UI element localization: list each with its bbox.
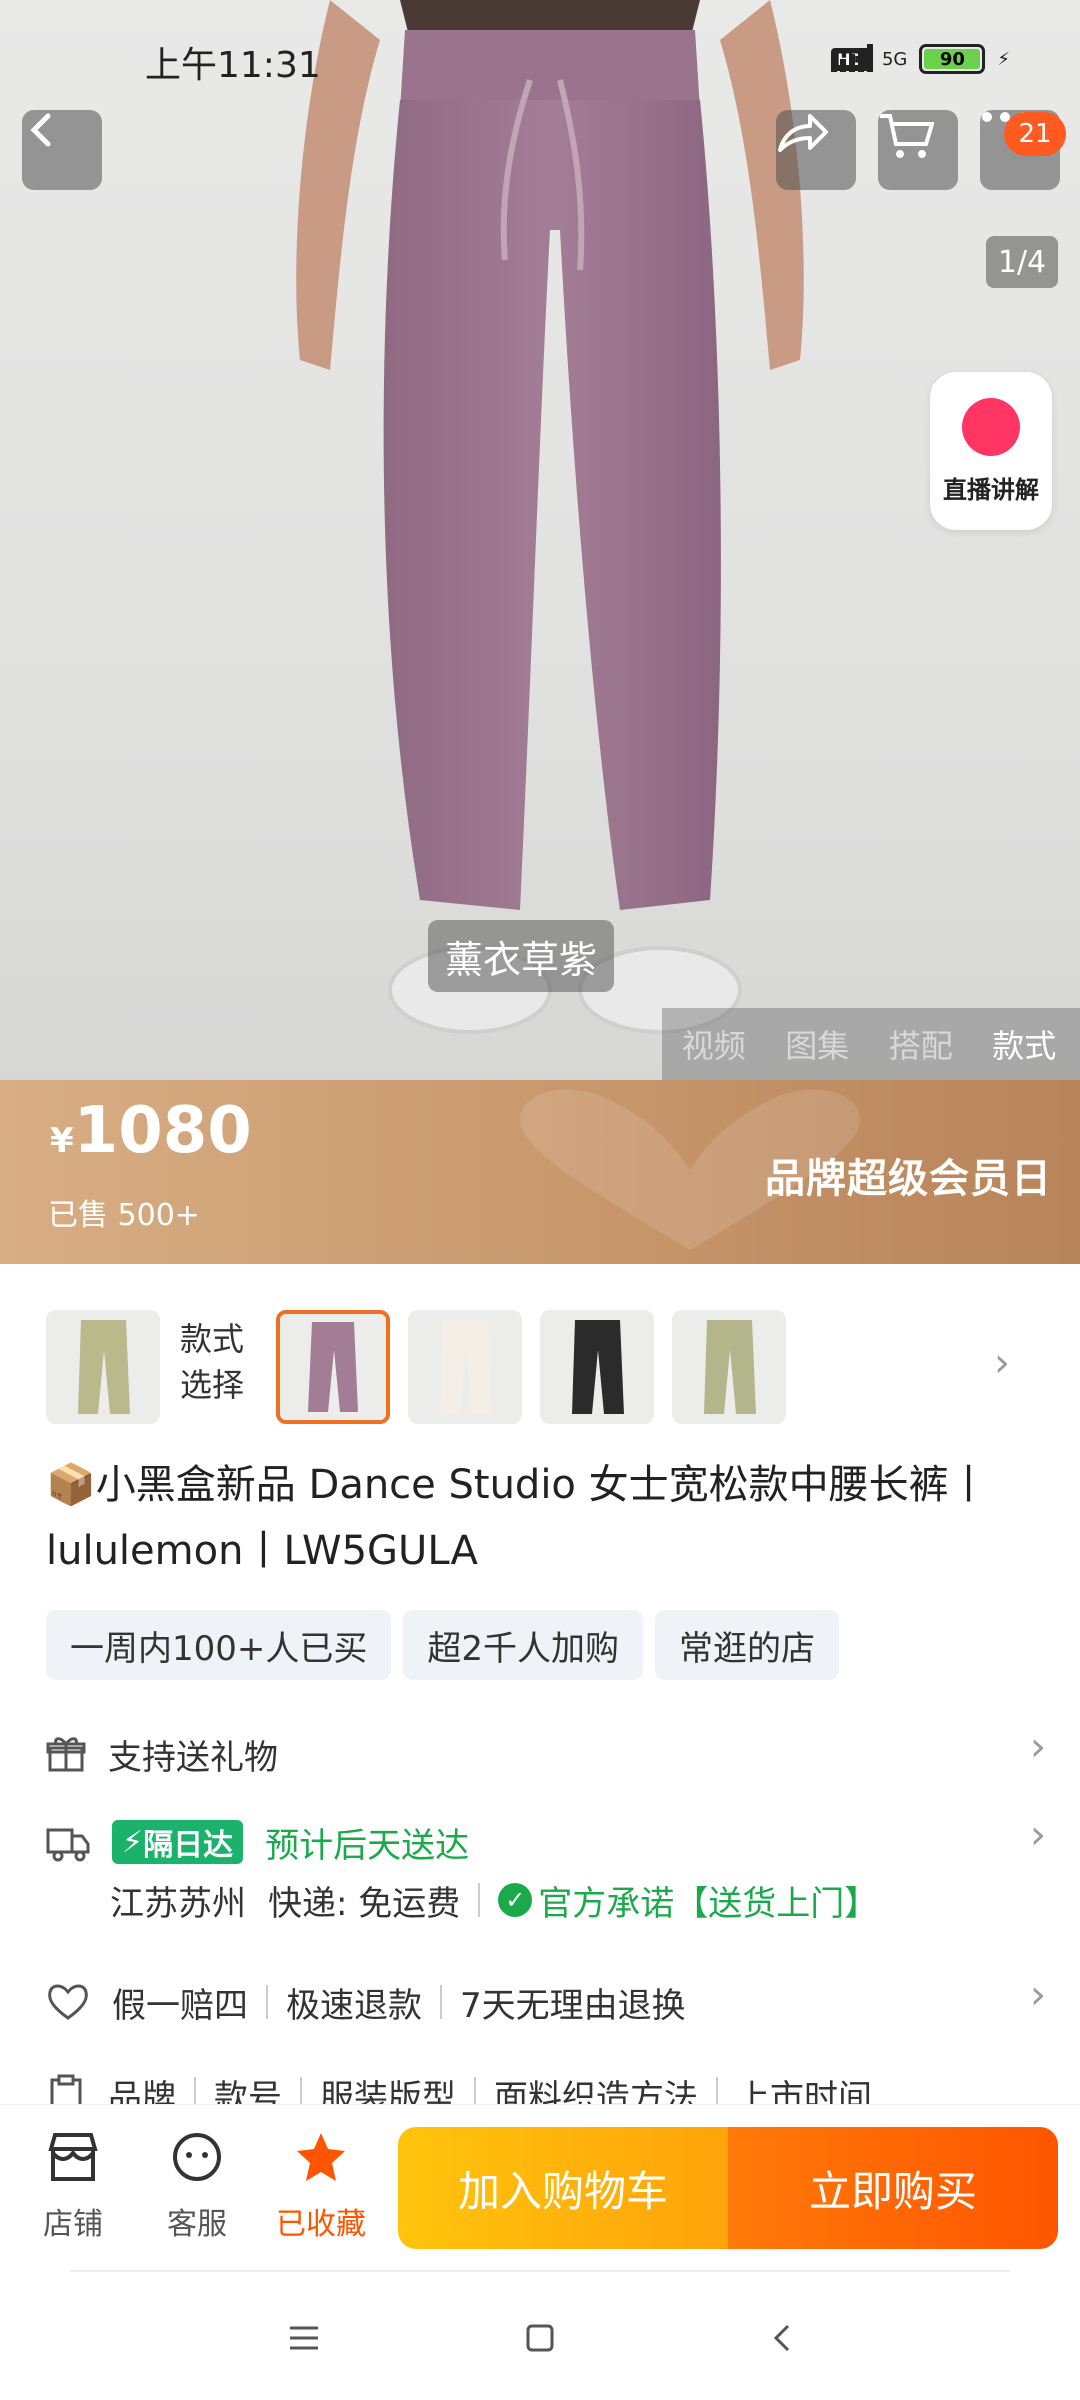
media-tabs: 视频 图集 搭配 款式	[662, 1008, 1080, 1080]
sold-count: 已售 500+	[48, 1198, 200, 1233]
gift-icon	[46, 1737, 86, 1772]
tab-style[interactable]: 款式	[992, 1021, 1056, 1067]
ship-origin: 江苏苏州	[110, 1883, 246, 1924]
check-icon: ✓	[498, 1883, 533, 1917]
tag-added: 超2千人加购	[403, 1610, 644, 1680]
truck-icon	[46, 1828, 90, 1862]
shipping-fee: 快递: 免运费	[268, 1883, 461, 1924]
tag-frequent-store: 常逛的店	[655, 1610, 840, 1680]
share-icon	[778, 114, 828, 152]
live-icon	[932, 376, 1020, 456]
chevron-right-icon: ›	[1030, 1972, 1046, 2018]
heart-shield-icon	[48, 1984, 88, 2020]
network-indicator: 5G	[881, 48, 908, 70]
status-bar: 上午11:31 HD 5G 90 ⚡	[0, 0, 1080, 120]
gift-row[interactable]: 支持送礼物 ›	[46, 1724, 1046, 1784]
promo-title: 品牌超级会员日	[765, 1156, 1052, 1202]
official-promise: 官方承诺【送货上门】	[538, 1883, 879, 1924]
tab-video[interactable]: 视频	[682, 1021, 746, 1067]
style-thumb-green[interactable]	[672, 1310, 786, 1424]
guarantee-refund: 极速退款	[286, 1985, 422, 2026]
style-thumb-lavender[interactable]	[276, 1310, 390, 1424]
cart-button[interactable]	[878, 110, 958, 190]
delivery-row[interactable]: ⚡ 隔日达 预计后天送达 ›	[46, 1812, 1046, 1872]
add-to-cart-button[interactable]: 加入购物车	[398, 2127, 728, 2249]
cart-icon	[880, 114, 934, 158]
chevron-right-icon: ›	[1030, 1724, 1046, 1770]
shipping-row: 江苏苏州 快递: 免运费 ✓ 官方承诺【送货上门】	[110, 1870, 1050, 1930]
style-select-label: 款式 选择	[180, 1320, 245, 1404]
color-name-tag: 薰衣草紫	[428, 920, 614, 992]
home-icon[interactable]	[520, 2318, 560, 2358]
guarantee-fake: 假一赔四	[112, 1985, 248, 2026]
favorite-button[interactable]: 已收藏	[266, 2131, 376, 2243]
menu-icon[interactable]	[284, 2318, 324, 2358]
live-explain-button[interactable]: 直播讲解	[930, 372, 1052, 530]
battery-icon: 90	[919, 44, 986, 74]
back-nav-icon[interactable]	[762, 2318, 802, 2358]
back-button[interactable]	[22, 110, 102, 190]
star-icon	[297, 2133, 345, 2181]
store-icon	[48, 2133, 98, 2181]
live-label: 直播讲解	[943, 475, 1039, 504]
price-amount: 1080	[73, 1094, 252, 1168]
chevron-right-icon: ›	[994, 1340, 1010, 1386]
price: ¥1080	[50, 1094, 252, 1168]
clock: 上午11:31	[145, 45, 321, 86]
signal-icon	[831, 44, 874, 72]
charging-icon: ⚡	[997, 48, 1010, 70]
share-button[interactable]	[776, 110, 856, 190]
style-thumb-black[interactable]	[540, 1310, 654, 1424]
currency-symbol: ¥	[50, 1121, 74, 1161]
style-selector[interactable]: 款式 选择 ›	[46, 1310, 1046, 1426]
tab-outfit[interactable]: 搭配	[889, 1021, 953, 1067]
image-counter: 1/4	[986, 236, 1058, 288]
store-button[interactable]: 店铺	[18, 2131, 128, 2243]
next-day-badge: ⚡ 隔日达	[112, 1820, 244, 1864]
back-arrow-icon	[30, 113, 51, 147]
delivery-estimate: 预计后天送达	[265, 1825, 470, 1866]
cart-badge: 21	[1004, 112, 1066, 156]
guarantee-row[interactable]: 假一赔四 极速退款 7天无理由退换 ›	[46, 1972, 1046, 2032]
style-thumb-white[interactable]	[408, 1310, 522, 1424]
chevron-right-icon: ›	[1030, 1812, 1046, 1858]
tab-gallery[interactable]: 图集	[785, 1021, 849, 1067]
product-title: 📦小黑盒新品 Dance Studio 女士宽松款中腰长裤丨lululemon丨…	[46, 1462, 989, 1574]
buy-now-button[interactable]: 立即购买	[728, 2127, 1058, 2249]
tag-list: 一周内100+人已买 超2千人加购 常逛的店	[46, 1610, 840, 1680]
guarantee-return: 7天无理由退换	[460, 1985, 686, 2026]
customer-service-button[interactable]: 客服	[142, 2131, 252, 2243]
service-icon	[173, 2133, 221, 2181]
tag-bought: 一周内100+人已买	[46, 1610, 392, 1680]
lightning-icon: ⚡	[122, 1824, 144, 1860]
bottom-action-bar: 店铺 客服 已收藏 加入购物车 立即购买	[0, 2104, 1080, 2270]
system-nav-bar	[0, 2270, 1080, 2400]
style-thumb-khaki[interactable]	[46, 1310, 160, 1424]
gift-text: 支持送礼物	[108, 1737, 278, 1778]
product-image[interactable]: 上午11:31 HD 5G 90 ⚡ 21 1/4 直播讲解 薰衣草紫	[0, 0, 1080, 1080]
